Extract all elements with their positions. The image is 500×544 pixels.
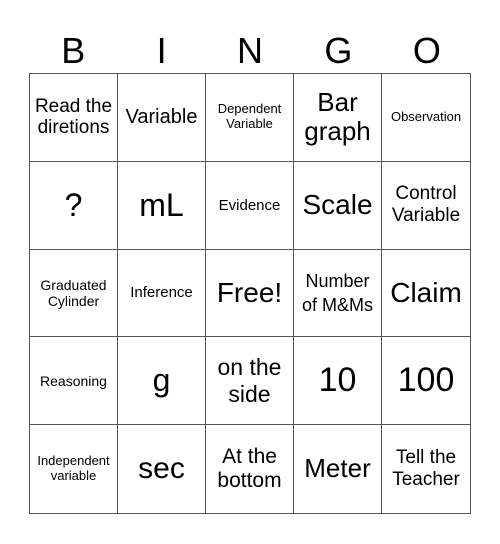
bingo-cell[interactable]: Evidence bbox=[206, 161, 294, 250]
bingo-cell[interactable]: Dependent Variable bbox=[206, 74, 294, 162]
bingo-cell[interactable]: 100 bbox=[382, 337, 470, 426]
bingo-cell[interactable]: 10 bbox=[294, 337, 382, 426]
bingo-header: B I N G O bbox=[29, 28, 471, 74]
header-letter-o: O bbox=[412, 30, 441, 71]
bingo-cell[interactable]: Read the diretions bbox=[30, 74, 118, 162]
bingo-cell[interactable]: Observation bbox=[382, 74, 470, 162]
bingo-cell[interactable]: g bbox=[118, 337, 206, 426]
bingo-cell[interactable]: Inference bbox=[118, 249, 206, 338]
bingo-card: Read the diretions Variable Dependent Va… bbox=[29, 73, 471, 514]
bingo-cell[interactable]: Control Variable bbox=[382, 162, 470, 250]
bingo-cell[interactable]: Meter bbox=[294, 425, 382, 513]
bingo-cell[interactable]: Reasoning bbox=[30, 337, 118, 426]
header-letter-i: I bbox=[156, 30, 167, 71]
bingo-cell[interactable]: At the bottom bbox=[206, 425, 294, 513]
bingo-cell[interactable]: Number of M&Ms bbox=[294, 249, 382, 338]
header-letter-n: N bbox=[237, 30, 264, 71]
free-space-cell[interactable]: Free! bbox=[206, 249, 294, 338]
bingo-cell[interactable]: Variable bbox=[118, 74, 206, 162]
bingo-cell[interactable]: Independent variable bbox=[30, 425, 118, 513]
bingo-cell[interactable]: on the side bbox=[206, 337, 294, 426]
bingo-cell[interactable]: Bar graph bbox=[294, 74, 382, 162]
bingo-cell[interactable]: Graduated Cylinder bbox=[30, 249, 118, 338]
bingo-cell[interactable]: mL bbox=[118, 161, 206, 250]
header-letter-b: B bbox=[61, 30, 86, 71]
bingo-cell[interactable]: Tell the Teacher bbox=[382, 425, 470, 513]
bingo-cell[interactable]: Claim bbox=[382, 250, 470, 338]
header-letter-g: G bbox=[324, 30, 353, 71]
bingo-cell[interactable]: Scale bbox=[294, 161, 382, 250]
bingo-cell[interactable]: sec bbox=[118, 425, 206, 513]
bingo-cell[interactable]: ? bbox=[30, 161, 118, 250]
